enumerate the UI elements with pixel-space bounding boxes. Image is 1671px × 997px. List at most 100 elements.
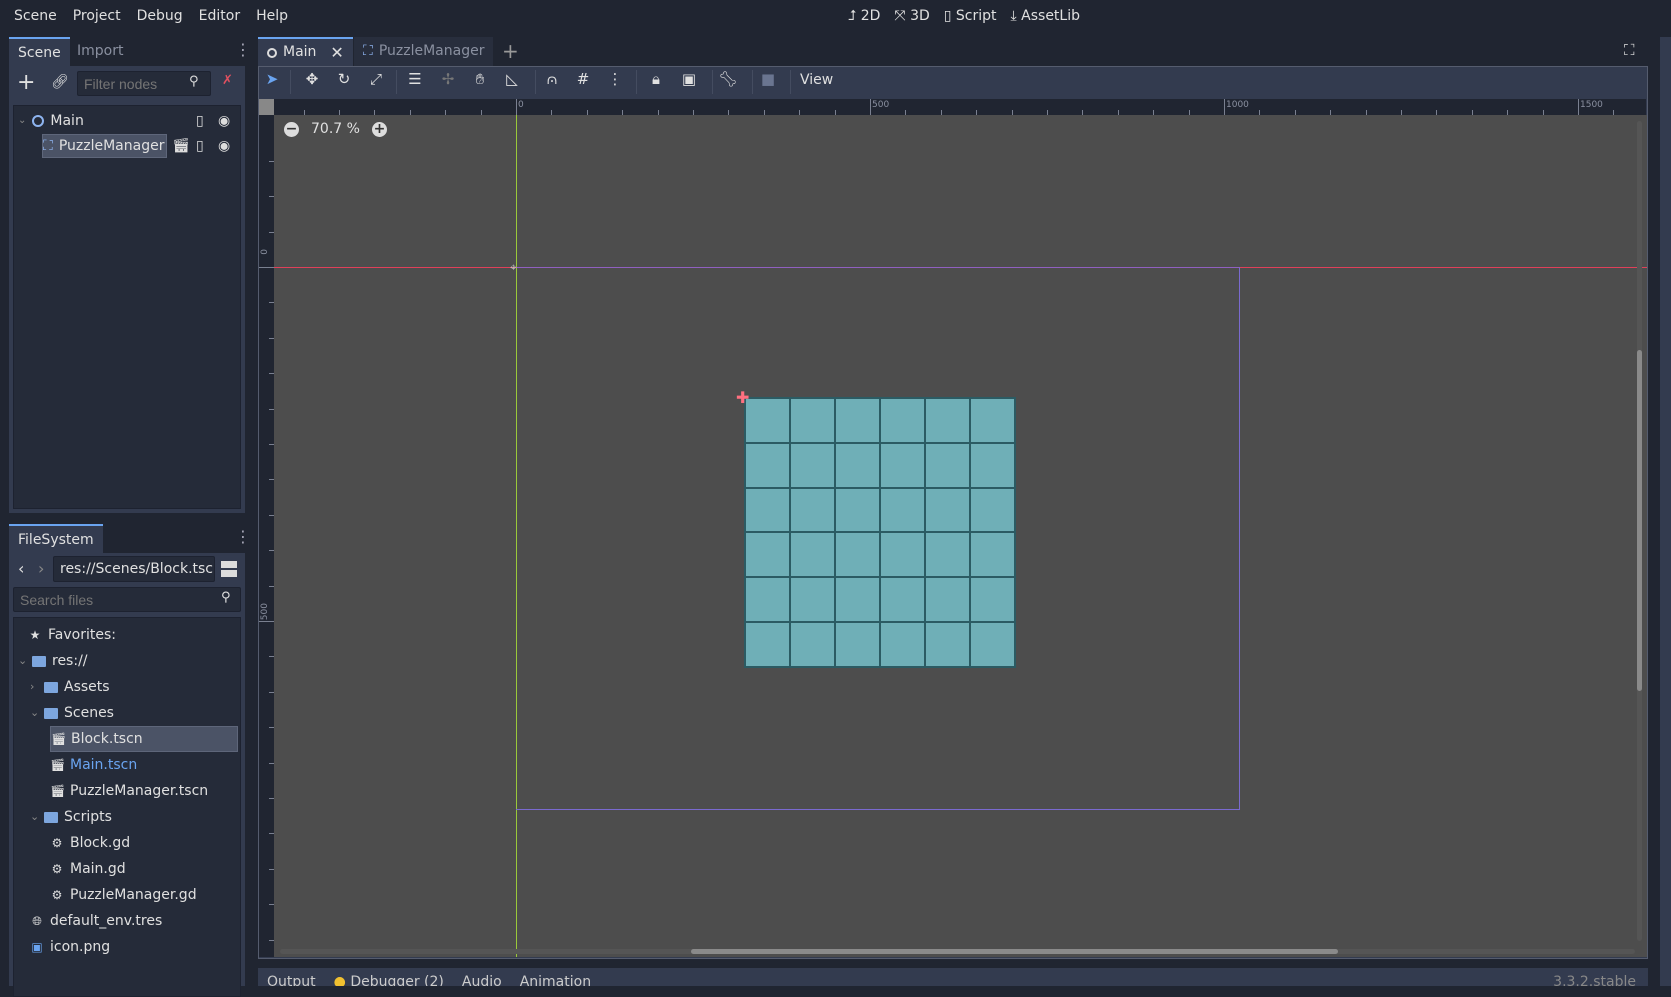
grid-cell[interactable] bbox=[925, 487, 970, 533]
grid-cell[interactable] bbox=[880, 487, 925, 533]
file-tree-item[interactable]: ⚙ Block.gd bbox=[50, 830, 130, 856]
grid-cell[interactable] bbox=[970, 622, 1015, 667]
script-icon[interactable]: ▯ bbox=[196, 138, 204, 154]
dock-menu-icon[interactable]: ⋮ bbox=[235, 42, 251, 58]
split-mode-icon[interactable] bbox=[221, 561, 237, 577]
file-tree-item[interactable]: › Assets bbox=[30, 674, 110, 700]
file-tree-item[interactable]: ⌄ Scripts bbox=[30, 804, 112, 830]
grid-cell[interactable] bbox=[925, 622, 970, 667]
mode-script-button[interactable]: ▯ Script bbox=[944, 8, 997, 24]
grid-cell[interactable] bbox=[745, 442, 790, 488]
grid-cell[interactable] bbox=[835, 532, 880, 578]
grid-cell[interactable] bbox=[745, 532, 790, 578]
dock-menu-icon[interactable]: ⋮ bbox=[235, 529, 251, 545]
file-tree-item[interactable]: ★ Favorites: bbox=[28, 622, 116, 648]
visibility-eye-icon[interactable]: ◉ bbox=[218, 138, 230, 154]
zoom-out-icon[interactable]: − bbox=[284, 121, 299, 137]
clapper-icon[interactable]: 🎬︎ bbox=[172, 138, 190, 154]
script-clear-icon[interactable]: ✗ bbox=[222, 73, 233, 88]
menu-project[interactable]: Project bbox=[65, 8, 129, 24]
grid-cell[interactable] bbox=[925, 532, 970, 578]
close-icon[interactable]: ✕ bbox=[330, 38, 343, 67]
file-tree-item[interactable]: 🎬︎ PuzzleManager.tscn bbox=[50, 778, 208, 804]
file-tree-item[interactable]: ⚙ Main.gd bbox=[50, 856, 126, 882]
grid-cell[interactable] bbox=[970, 577, 1015, 623]
group-icon[interactable]: ▣ bbox=[678, 70, 700, 88]
file-tree-item[interactable]: ⌄ res:// bbox=[18, 648, 88, 674]
grid-snap-icon[interactable]: # bbox=[572, 70, 594, 88]
tab-puzzlemanager[interactable]: ⛶ PuzzleManager bbox=[354, 37, 494, 66]
grid-cell[interactable] bbox=[925, 398, 970, 443]
new-tab-icon[interactable]: + bbox=[502, 39, 519, 63]
mode-assetlib-button[interactable]: ⤓ AssetLib bbox=[1011, 8, 1080, 24]
fullscreen-icon[interactable]: ⛶ bbox=[1624, 41, 1635, 59]
puzzle-grid[interactable] bbox=[744, 397, 1016, 668]
tree-node-main[interactable]: ⌄ Main ▯ ◉ bbox=[18, 108, 238, 134]
mode-3d-button[interactable]: ⤧ 3D bbox=[894, 8, 929, 24]
grid-cell[interactable] bbox=[880, 442, 925, 488]
grid-cell[interactable] bbox=[970, 487, 1015, 533]
grid-cell[interactable] bbox=[925, 577, 970, 623]
select-tool-icon[interactable]: ➤ bbox=[261, 70, 283, 88]
tab-import[interactable]: Import bbox=[68, 37, 132, 66]
grid-cell[interactable] bbox=[970, 442, 1015, 488]
grid-cell[interactable] bbox=[835, 442, 880, 488]
menu-scene[interactable]: Scene bbox=[6, 8, 65, 24]
file-tree-item[interactable]: 🌐︎ default_env.tres bbox=[30, 908, 162, 934]
vertical-scrollbar[interactable] bbox=[1637, 121, 1642, 941]
smart-snap-icon[interactable]: ⩀ bbox=[541, 70, 563, 88]
grid-cell[interactable] bbox=[790, 398, 835, 443]
tree-node-puzzlemanager[interactable]: ⛶ PuzzleManager bbox=[42, 134, 168, 158]
tab-debugger[interactable]: ● Debugger (2) bbox=[334, 974, 444, 986]
move-tool-icon[interactable]: ✥ bbox=[301, 70, 323, 88]
grid-cell[interactable] bbox=[835, 398, 880, 443]
chevron-right-icon[interactable]: › bbox=[30, 674, 38, 700]
mode-2d-button[interactable]: ⮥ 2D bbox=[848, 8, 880, 24]
grid-cell[interactable] bbox=[790, 442, 835, 488]
chevron-down-icon[interactable]: ⌄ bbox=[18, 108, 26, 134]
chevron-down-icon[interactable]: ⌄ bbox=[18, 648, 27, 674]
view-menu[interactable]: View bbox=[800, 72, 833, 88]
link-icon[interactable]: 🔗︎ bbox=[51, 74, 69, 90]
grid-cell[interactable] bbox=[835, 487, 880, 533]
lock-icon[interactable]: 🔒︎ bbox=[645, 70, 667, 88]
file-tree-item[interactable]: ⚙ PuzzleManager.gd bbox=[50, 882, 197, 908]
tab-filesystem[interactable]: FileSystem bbox=[9, 524, 103, 553]
rotate-tool-icon[interactable]: ↻ bbox=[333, 70, 355, 88]
pan-tool-icon[interactable]: ✋︎ bbox=[469, 70, 491, 88]
file-tree-item[interactable]: 🎬︎ Main.tscn bbox=[50, 752, 137, 778]
horizontal-scrollbar-thumb[interactable] bbox=[691, 949, 1338, 954]
tab-output[interactable]: Output bbox=[267, 974, 316, 986]
grid-cell[interactable] bbox=[790, 622, 835, 667]
bone-icon[interactable]: 🦴︎ bbox=[717, 70, 739, 88]
snap-options-icon[interactable]: ⋮ bbox=[604, 70, 626, 88]
grid-cell[interactable] bbox=[745, 577, 790, 623]
zoom-level[interactable]: 70.7 % bbox=[311, 121, 360, 137]
grid-cell[interactable] bbox=[745, 487, 790, 533]
menu-help[interactable]: Help bbox=[248, 8, 296, 24]
file-tree-item[interactable]: 🎬︎ Block.tscn bbox=[50, 726, 238, 752]
tab-animation[interactable]: Animation bbox=[520, 974, 591, 986]
grid-cell[interactable] bbox=[790, 487, 835, 533]
grid-cell[interactable] bbox=[790, 532, 835, 578]
2d-viewport[interactable]: ⌖ ✚ − 70.7 % + bbox=[274, 115, 1647, 957]
grid-cell[interactable] bbox=[835, 622, 880, 667]
menu-editor[interactable]: Editor bbox=[191, 8, 248, 24]
grid-cell[interactable] bbox=[880, 398, 925, 443]
menu-debug[interactable]: Debug bbox=[129, 8, 191, 24]
grid-cell[interactable] bbox=[970, 532, 1015, 578]
search-files-input[interactable] bbox=[13, 587, 241, 612]
tab-main[interactable]: Main ✕ bbox=[258, 37, 353, 66]
visibility-eye-icon[interactable]: ◉ bbox=[218, 108, 230, 134]
script-icon[interactable]: ▯ bbox=[196, 108, 204, 134]
list-select-icon[interactable]: ☰ bbox=[404, 70, 426, 88]
back-icon[interactable]: ‹ bbox=[18, 559, 24, 578]
grid-cell[interactable] bbox=[970, 398, 1015, 443]
grid-cell[interactable] bbox=[745, 398, 790, 443]
forward-icon[interactable]: › bbox=[38, 559, 44, 578]
vertical-scrollbar-thumb[interactable] bbox=[1637, 350, 1642, 691]
grid-cell[interactable] bbox=[745, 622, 790, 667]
file-tree-item[interactable]: ▣ icon.png bbox=[30, 934, 110, 960]
pivot-tool-icon[interactable]: ✢ bbox=[437, 70, 459, 88]
ruler-tool-icon[interactable]: ◺ bbox=[501, 70, 523, 88]
